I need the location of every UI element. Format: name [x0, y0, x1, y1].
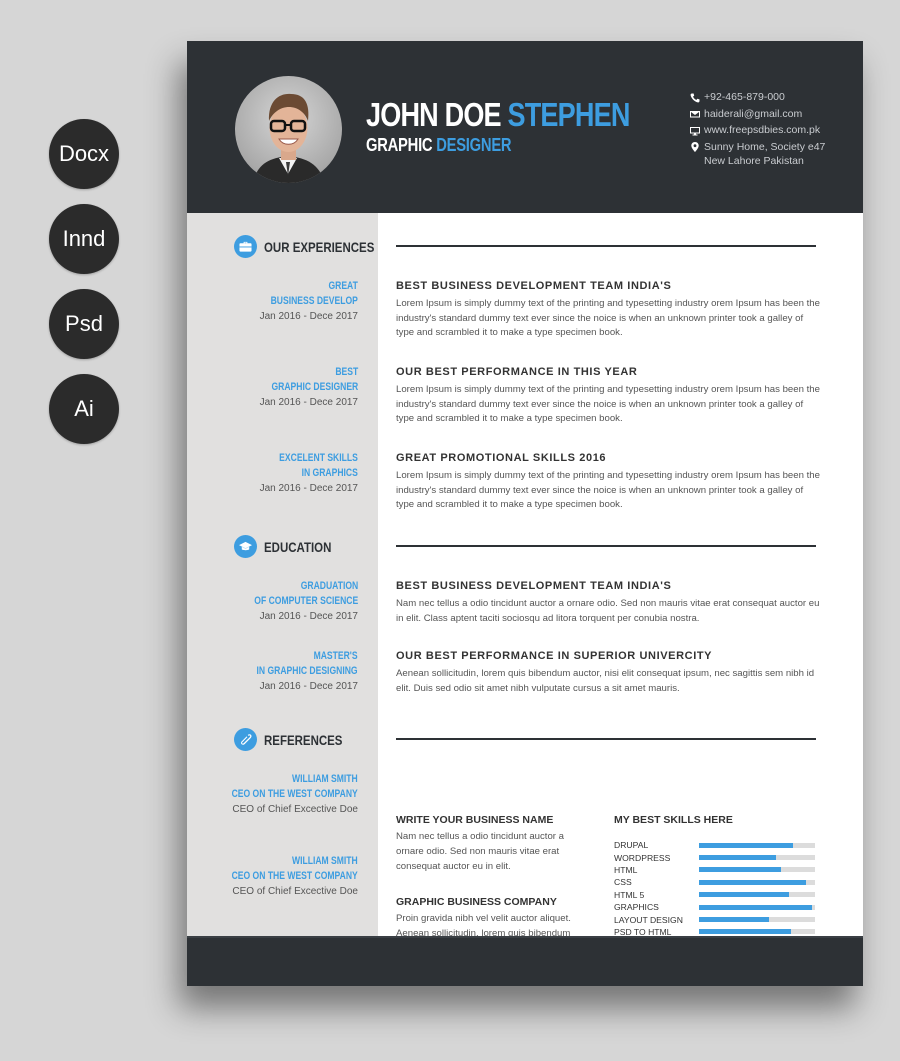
- skill-bar-fill: [699, 892, 790, 898]
- skill-bar-track: [699, 929, 815, 935]
- skill-bar-fill: [699, 929, 791, 935]
- resume-footer: [187, 936, 863, 986]
- skill-label: HTML: [614, 864, 638, 875]
- person-portrait-icon: [253, 93, 325, 183]
- skill-label: CSS: [614, 877, 632, 888]
- education-entry: OUR BEST PERFORMANCE IN SUPERIOR UNIVERC…: [396, 650, 815, 694]
- skill-bar-track: [699, 904, 815, 910]
- resume-header: JOHN DOE STEPHEN GRAPHIC DESIGNER +92-46…: [187, 41, 863, 213]
- skill-row: HTML: [614, 864, 819, 876]
- section-divider: [396, 245, 816, 247]
- section-divider: [396, 738, 816, 740]
- skill-label: WORDPRESS: [614, 852, 671, 863]
- badge-ai[interactable]: Ai: [49, 374, 119, 444]
- skill-label: LAYOUT DESIGN: [614, 914, 683, 925]
- section-heading-references: REFERENCES: [234, 728, 360, 751]
- reference-block: WRITE YOUR BUSINESS NAME Nam nec tellus …: [396, 814, 564, 872]
- skill-bar-fill: [699, 904, 812, 910]
- skill-row: CSS: [614, 876, 819, 888]
- skill-bar-fill: [699, 867, 782, 873]
- briefcase-icon: [234, 235, 257, 258]
- contact-email: haiderali@gmail.com: [690, 108, 825, 125]
- phone-icon: [690, 91, 704, 104]
- skill-bar-fill: [699, 855, 776, 861]
- skill-label: DRUPAL: [614, 840, 649, 851]
- resume-page: JOHN DOE STEPHEN GRAPHIC DESIGNER +92-46…: [187, 41, 863, 986]
- skills-list: DRUPAL WORDPRESS HTML CSS HTML 5 GRAPHICS LAYO…: [614, 839, 819, 951]
- section-heading-experiences: OUR EXPERIENCES: [234, 235, 399, 258]
- skill-row: HTML 5: [614, 889, 819, 901]
- contact-info: +92-465-879-000 haiderali@gmail.com www.…: [690, 91, 825, 168]
- skill-label: HTML 5: [614, 889, 645, 900]
- skill-bar-fill: [699, 842, 793, 848]
- badge-indd[interactable]: Innd: [49, 204, 119, 274]
- skills-panel: MY BEST SKILLS HERE DRUPAL WORDPRESS HTML C…: [614, 813, 819, 951]
- badge-psd[interactable]: Psd: [49, 289, 119, 359]
- experience-entry: BEST BUSINESS DEVELOPMENT TEAM INDIA'S L…: [396, 280, 820, 338]
- paperclip-icon: [234, 728, 257, 751]
- skill-bar-track: [699, 855, 815, 861]
- experience-side-item: EXCELENT SKILLS IN GRAPHICS Jan 2016 - D…: [259, 452, 358, 494]
- format-badges: Docx Innd Psd Ai: [49, 119, 119, 459]
- full-name: JOHN DOE STEPHEN: [366, 97, 630, 133]
- skill-bar-track: [699, 867, 815, 873]
- education-side-item: GRADUATION OF COMPUTER SCIENCE Jan 2016 …: [254, 580, 358, 622]
- reference-side-item: WILLIAM SMITH CEO ON THE WEST COMPANY CE…: [231, 773, 358, 815]
- map-pin-icon: [690, 141, 704, 154]
- skills-title: MY BEST SKILLS HERE: [614, 814, 733, 826]
- resume-sidebar: OUR EXPERIENCES GREAT BUSINESS DEVELOP J…: [187, 213, 378, 936]
- monitor-icon: [690, 124, 704, 137]
- skill-row: WORDPRESS: [614, 851, 819, 863]
- education-side-item: MASTER'S IN GRAPHIC DESIGNING Jan 2016 -…: [256, 650, 358, 692]
- reference-side-item: WILLIAM SMITH CEO ON THE WEST COMPANY CE…: [231, 855, 358, 897]
- name-last: STEPHEN: [507, 96, 630, 133]
- contact-website: www.freepsdbies.com.pk: [690, 124, 825, 141]
- badge-docx[interactable]: Docx: [49, 119, 119, 189]
- name-first: JOHN DOE: [366, 96, 502, 133]
- role-last: DESIGNER: [436, 135, 512, 155]
- skill-row: GRAPHICS: [614, 901, 819, 913]
- education-entry: BEST BUSINESS DEVELOPMENT TEAM INDIA'S N…: [396, 580, 820, 624]
- skill-label: GRAPHICS: [614, 902, 659, 913]
- envelope-icon: [690, 108, 704, 121]
- skill-row: LAYOUT DESIGN: [614, 913, 819, 925]
- contact-phone: +92-465-879-000: [690, 91, 825, 108]
- skill-row: DRUPAL: [614, 839, 819, 851]
- experience-side-item: GREAT BUSINESS DEVELOP Jan 2016 - Dece 2…: [259, 280, 358, 322]
- skill-bar-track: [699, 842, 815, 848]
- resume-main: BEST BUSINESS DEVELOPMENT TEAM INDIA'S L…: [378, 213, 863, 954]
- role-first: GRAPHIC: [366, 135, 433, 155]
- experience-entry: OUR BEST PERFORMANCE IN THIS YEAR Lorem …: [396, 366, 820, 424]
- job-title: GRAPHIC DESIGNER: [366, 135, 512, 156]
- skill-bar-track: [699, 892, 815, 898]
- experience-side-item: BEST GRAPHIC DESIGNER Jan 2016 - Dece 20…: [259, 366, 358, 408]
- skill-bar-fill: [699, 879, 806, 885]
- contact-address-line2: New Lahore Pakistan: [704, 155, 804, 167]
- graduation-cap-icon: [234, 535, 257, 558]
- profile-photo: [235, 76, 342, 183]
- section-heading-education: EDUCATION: [234, 535, 346, 558]
- experience-entry: GREAT PROMOTIONAL SKILLS 2016 Lorem Ipsu…: [396, 452, 820, 510]
- skill-bar-track: [699, 879, 815, 885]
- skill-bar-track: [699, 917, 815, 923]
- skill-bar-fill: [699, 917, 769, 923]
- section-divider: [396, 545, 816, 547]
